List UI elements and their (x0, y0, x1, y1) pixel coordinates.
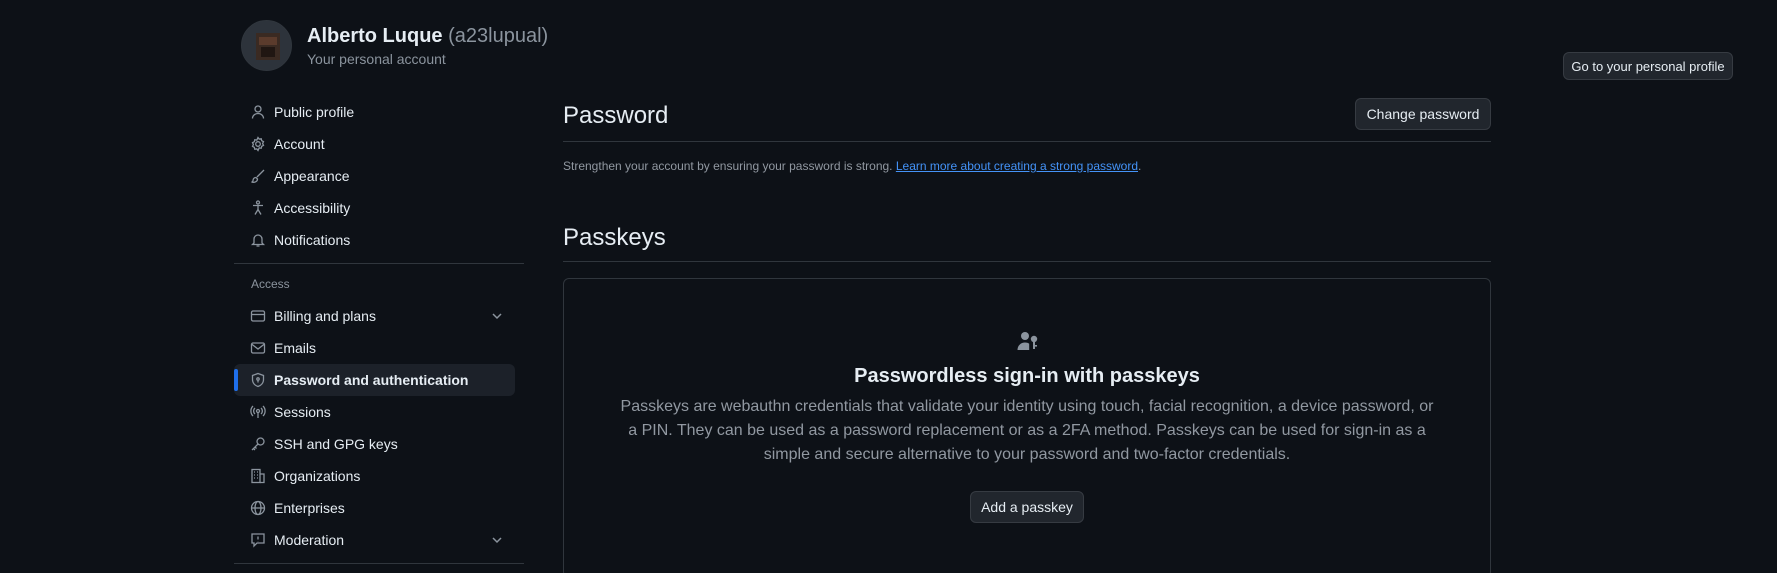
password-title: Password (563, 102, 669, 129)
sidebar-item-password-authentication[interactable]: Password and authentication (234, 364, 515, 396)
sidebar-divider (234, 563, 524, 564)
sidebar-item-moderation[interactable]: Moderation (234, 524, 515, 556)
chevron-down-icon[interactable] (489, 308, 505, 324)
person-icon (251, 105, 265, 119)
chevron-down-icon[interactable] (489, 532, 505, 548)
account-handle: (a23lupual) (448, 25, 549, 47)
sidebar-item-label: Public profile (274, 104, 355, 120)
sidebar-item-account[interactable]: Account (234, 128, 515, 160)
access-section-label: Access (251, 277, 290, 291)
sidebar-item-label: Organizations (274, 468, 361, 484)
sidebar-item-appearance[interactable]: Appearance (234, 160, 515, 192)
sidebar-divider (234, 263, 524, 264)
account-name: Alberto Luque (a23lupual) (307, 25, 548, 48)
passkeys-section-header: Passkeys (563, 217, 1491, 262)
settings-page: Alberto Luque (a23lupual) Your personal … (0, 0, 1777, 573)
account-subtitle: Your personal account (307, 51, 446, 67)
period-text: . (1138, 159, 1142, 173)
sidebar-item-accessibility[interactable]: Accessibility (234, 192, 515, 224)
settings-main: Password Change password Strengthen your… (563, 96, 1491, 573)
credit-card-icon (250, 310, 266, 322)
globe-icon (250, 500, 266, 516)
sidebar-item-emails[interactable]: Emails (234, 332, 515, 364)
sidebar-item-label: Moderation (274, 532, 345, 548)
change-password-button[interactable]: Change password (1355, 98, 1491, 130)
sidebar-item-label: Billing and plans (274, 308, 376, 324)
broadcast-icon (250, 405, 266, 418)
organization-icon (251, 468, 265, 484)
mail-icon (250, 342, 266, 354)
passkeys-blank-title: Passwordless sign-in with passkeys (854, 365, 1200, 387)
sidebar-item-label: SSH and GPG keys (274, 436, 398, 452)
sidebar-item-label: Accessibility (274, 200, 351, 216)
settings-sidebar: Public profile Account Appearance Access… (234, 96, 524, 572)
sidebar-item-sessions[interactable]: Sessions (234, 396, 515, 428)
sidebar-item-label: Password and authentication (274, 372, 469, 388)
add-passkey-button[interactable]: Add a passkey (970, 491, 1084, 523)
passkeys-title: Passkeys (563, 224, 666, 251)
passkeys-blankslate: Passwordless sign-in with passkeys Passk… (563, 278, 1491, 573)
sidebar-item-label: Emails (274, 340, 317, 356)
sidebar-item-organizations[interactable]: Organizations (234, 460, 515, 492)
password-description: Strengthen your account by ensuring your… (563, 159, 1491, 173)
key-icon (251, 437, 265, 451)
sidebar-item-label: Sessions (274, 404, 331, 420)
sidebar-item-label: Enterprises (274, 500, 345, 516)
account-display-name[interactable]: Alberto Luque (307, 25, 443, 47)
sidebar-item-public-profile[interactable]: Public profile (234, 96, 515, 128)
sidebar-item-label: Appearance (274, 168, 350, 184)
passkeys-blank-text: Passkeys are webauthn credentials that v… (620, 398, 1434, 463)
sidebar-item-label: Notifications (274, 232, 351, 248)
password-section-header: Password Change password (563, 96, 1491, 142)
gear-icon (251, 136, 265, 152)
sidebar-item-notifications[interactable]: Notifications (234, 224, 515, 256)
go-to-profile-button[interactable]: Go to your personal profile (1563, 52, 1733, 80)
sidebar-item-label: Account (274, 136, 325, 152)
sidebar-item-billing[interactable]: Billing and plans (234, 300, 515, 332)
accessibility-icon (253, 200, 263, 215)
strong-password-link[interactable]: Learn more about creating a strong passw… (896, 159, 1138, 173)
avatar[interactable] (241, 20, 292, 71)
sidebar-item-enterprises[interactable]: Enterprises (234, 492, 515, 524)
sidebar-item-ssh-gpg-keys[interactable]: SSH and GPG keys (234, 428, 515, 460)
shield-lock-icon (251, 372, 265, 388)
bell-icon (250, 234, 266, 247)
account-header: Alberto Luque (a23lupual) Your personal … (241, 20, 1733, 80)
report-icon (251, 533, 265, 548)
passkey-icon (1017, 332, 1038, 350)
password-description-text: Strengthen your account by ensuring your… (563, 159, 893, 173)
paintbrush-icon (251, 169, 265, 183)
